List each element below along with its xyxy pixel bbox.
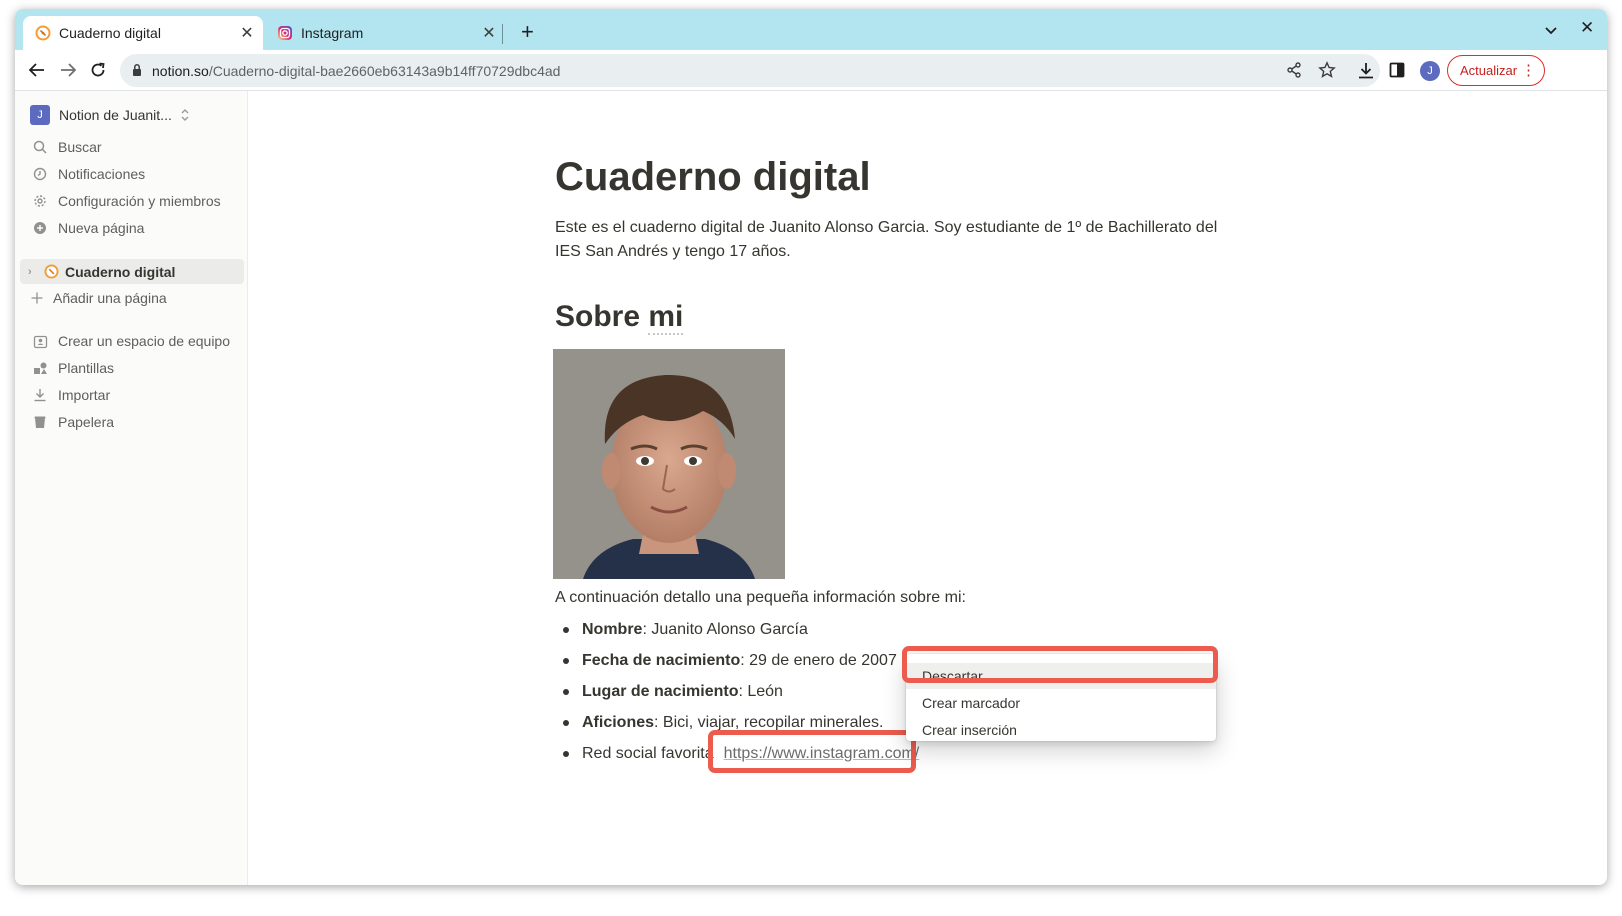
workspace-switcher[interactable]: J Notion de Juanit... bbox=[30, 105, 190, 125]
new-tab-icon[interactable]: + bbox=[521, 21, 534, 43]
chevron-down-icon[interactable] bbox=[1545, 22, 1557, 38]
list-item-key: Fecha de nacimiento bbox=[582, 652, 741, 669]
sidebar-item-label: Papelera bbox=[58, 414, 115, 430]
sidebar-item-nueva-pagina[interactable]: Nueva página bbox=[32, 217, 144, 239]
tab-separator bbox=[502, 24, 503, 44]
profile-avatar[interactable]: J bbox=[1420, 61, 1440, 81]
address-bar[interactable]: notion.so/Cuaderno-digital-bae2660eb6314… bbox=[120, 54, 1380, 87]
templates-icon bbox=[32, 360, 48, 376]
instagram-icon bbox=[278, 26, 292, 40]
workspace-avatar: J bbox=[30, 105, 50, 125]
trash-icon bbox=[32, 414, 48, 430]
star-icon[interactable] bbox=[1318, 61, 1336, 79]
link-highlight bbox=[708, 730, 916, 773]
list-item[interactable]: Nombre: Juanito Alonso García bbox=[563, 618, 808, 642]
notion-sidebar: J Notion de Juanit... Buscar Notificacio… bbox=[15, 91, 248, 885]
sidebar-item-label: Buscar bbox=[58, 139, 102, 155]
sidebar-item-label: Añadir una página bbox=[53, 290, 167, 306]
download-icon bbox=[32, 387, 48, 403]
tab-strip: Cuaderno digital ✕ Instagram ✕ + ✕ bbox=[15, 9, 1607, 50]
tab-title: Instagram bbox=[301, 25, 364, 41]
list-item-value: : León bbox=[738, 683, 783, 700]
tab-instagram[interactable]: Instagram ✕ bbox=[265, 16, 505, 50]
list-item-value: Red social favorita bbox=[582, 745, 714, 762]
tab-cuaderno-digital[interactable]: Cuaderno digital ✕ bbox=[23, 16, 263, 50]
sidebar-add-page[interactable]: Añadir una página bbox=[29, 287, 167, 309]
url-text: notion.so/Cuaderno-digital-bae2660eb6314… bbox=[152, 63, 561, 79]
menu-item-crear-insercion[interactable]: Crear inserción bbox=[906, 717, 1216, 743]
bullet-dot bbox=[563, 720, 569, 726]
download-icon[interactable] bbox=[1357, 62, 1375, 80]
list-item-value: : Juanito Alonso García bbox=[642, 621, 808, 638]
back-icon[interactable] bbox=[25, 58, 49, 82]
workspace-name: Notion de Juanit... bbox=[59, 107, 172, 123]
gear-icon bbox=[32, 193, 48, 209]
sidebar-item-label: Crear un espacio de equipo bbox=[58, 333, 231, 349]
browser-toolbar: notion.so/Cuaderno-digital-bae2660eb6314… bbox=[15, 50, 1607, 91]
section-heading[interactable]: Sobre mi bbox=[555, 300, 684, 335]
lock-icon bbox=[133, 64, 141, 76]
notion-page-icon bbox=[44, 264, 59, 279]
plus-circle-icon bbox=[32, 220, 48, 236]
bullet-dot bbox=[563, 658, 569, 664]
more-vert-icon[interactable]: ⋮ bbox=[1521, 61, 1536, 81]
share-icon[interactable] bbox=[1286, 62, 1302, 78]
list-item-key: Lugar de nacimiento bbox=[582, 683, 739, 700]
info-paragraph[interactable]: A continuación detallo una pequeña infor… bbox=[555, 589, 966, 607]
close-icon[interactable]: ✕ bbox=[477, 23, 501, 43]
sidebar-item-plantillas[interactable]: Plantillas bbox=[32, 357, 114, 379]
sidebar-item-buscar[interactable]: Buscar bbox=[32, 136, 102, 158]
sidebar-item-label: Importar bbox=[58, 387, 111, 403]
side-panel-icon[interactable] bbox=[1389, 62, 1405, 78]
window-close-icon[interactable]: ✕ bbox=[1580, 18, 1594, 38]
intro-paragraph[interactable]: Este es el cuaderno digital de Juanito A… bbox=[555, 216, 1235, 264]
close-icon[interactable]: ✕ bbox=[235, 23, 259, 43]
reload-icon[interactable] bbox=[86, 58, 110, 82]
list-item-key: Nombre bbox=[582, 621, 643, 638]
sidebar-item-label: Notificaciones bbox=[58, 166, 146, 182]
list-item[interactable]: Lugar de nacimiento: León bbox=[563, 680, 783, 704]
list-item[interactable]: Fecha de nacimiento: 29 de enero de 2007 bbox=[563, 649, 897, 673]
sidebar-item-label: Configuración y miembros bbox=[58, 193, 221, 209]
profile-photo[interactable] bbox=[553, 349, 785, 579]
bullet-dot bbox=[563, 689, 569, 695]
clock-icon bbox=[32, 166, 48, 182]
bullet-dot bbox=[563, 627, 569, 633]
update-label: Actualizar bbox=[1460, 63, 1518, 78]
team-icon bbox=[32, 333, 48, 349]
page-title[interactable]: Cuaderno digital bbox=[555, 155, 871, 200]
sidebar-item-importar[interactable]: Importar bbox=[32, 384, 110, 406]
notion-page-icon bbox=[35, 25, 51, 41]
sidebar-item-configuracion[interactable]: Configuración y miembros bbox=[32, 190, 221, 212]
search-icon bbox=[32, 139, 48, 155]
chevron-right-icon[interactable]: › bbox=[28, 266, 42, 278]
menu-item-crear-marcador[interactable]: Crear marcador bbox=[906, 690, 1216, 716]
sidebar-item-notificaciones[interactable]: Notificaciones bbox=[32, 163, 145, 185]
menu-highlight bbox=[902, 646, 1218, 683]
forward-icon[interactable] bbox=[56, 58, 80, 82]
browser-window: Cuaderno digital ✕ Instagram ✕ + ✕ notio… bbox=[15, 9, 1607, 885]
list-item-key: Aficiones bbox=[582, 714, 655, 731]
sidebar-item-papelera[interactable]: Papelera bbox=[32, 411, 114, 433]
bullet-dot bbox=[563, 751, 569, 757]
plus-icon bbox=[29, 290, 45, 306]
chevron-updown-icon bbox=[181, 109, 189, 121]
sidebar-page-label: Cuaderno digital bbox=[65, 263, 176, 280]
sidebar-item-crear-espacio[interactable]: Crear un espacio de equipo bbox=[32, 330, 230, 352]
sidebar-item-cuaderno-digital[interactable]: › Cuaderno digital bbox=[20, 259, 244, 284]
tab-title: Cuaderno digital bbox=[59, 25, 161, 41]
list-item-value: : 29 de enero de 2007 bbox=[740, 652, 897, 669]
sidebar-item-label: Plantillas bbox=[58, 360, 115, 376]
update-button[interactable]: Actualizar ⋮ bbox=[1447, 55, 1545, 86]
sidebar-item-label: Nueva página bbox=[58, 220, 145, 236]
